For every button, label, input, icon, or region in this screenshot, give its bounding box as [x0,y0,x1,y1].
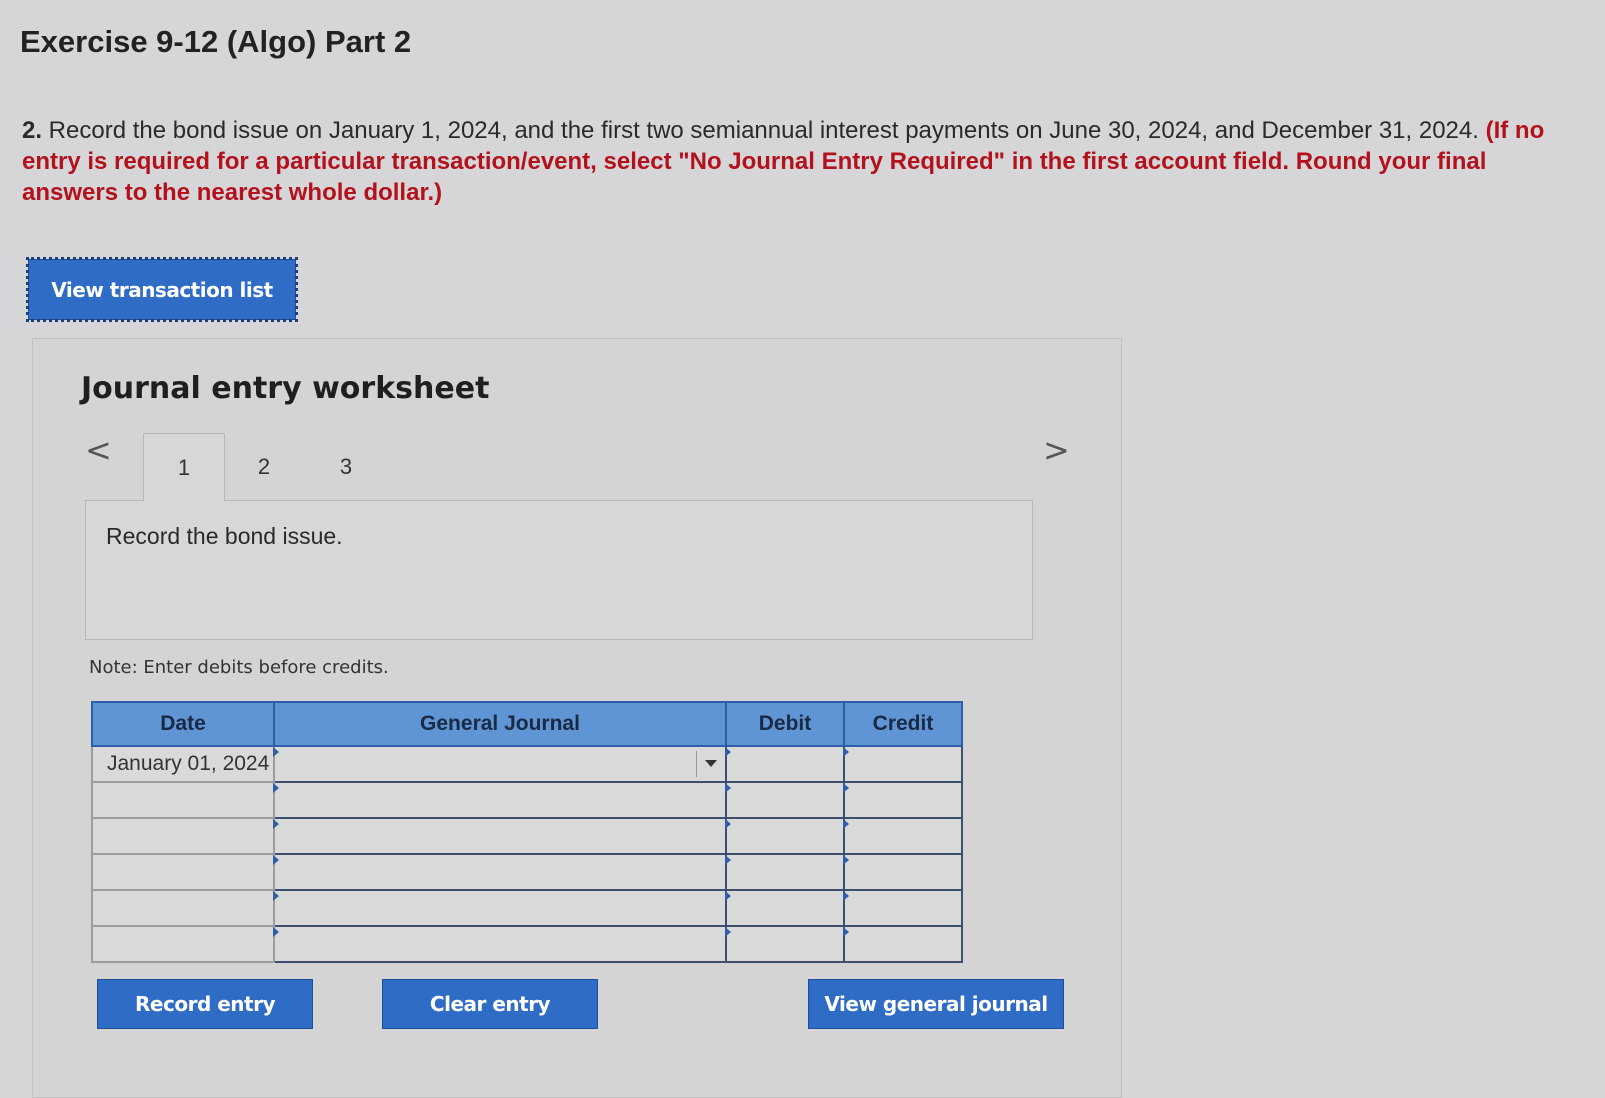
debit-input[interactable] [725,745,845,783]
debit-input[interactable] [725,925,845,963]
instructions: 2. Record the bond issue on January 1, 2… [22,115,1562,208]
date-cell [91,817,275,855]
view-general-journal-button[interactable]: View general journal [808,979,1064,1029]
debit-input[interactable] [725,853,845,891]
transaction-description: Record the bond issue. [106,523,343,549]
debit-input[interactable] [725,889,845,927]
entry-note: Note: Enter debits before credits. [89,657,389,678]
credit-input[interactable] [843,853,963,891]
date-cell [91,925,275,963]
debit-input[interactable] [725,817,845,855]
clear-entry-button[interactable]: Clear entry [382,979,598,1029]
instruction-number: 2. [22,117,43,144]
credit-header: Credit [843,701,963,747]
chevron-right-icon[interactable]: > [1043,431,1070,469]
view-transaction-list-button[interactable]: View transaction list [26,257,298,322]
worksheet-title: Journal entry worksheet [81,371,490,406]
tab-3[interactable]: 3 [305,433,387,501]
credit-input[interactable] [843,745,963,783]
instruction-text: Record the bond issue on January 1, 2024… [42,117,1486,144]
account-select[interactable] [273,925,727,963]
date-header: Date [91,701,275,747]
chevron-left-icon[interactable]: < [85,431,112,469]
transaction-description-box: Record the bond issue. [85,500,1033,640]
account-select[interactable] [273,817,727,855]
date-cell [91,889,275,927]
credit-input[interactable] [843,817,963,855]
table-row [91,781,963,819]
date-cell: January 01, 2024 [91,745,275,783]
credit-input[interactable] [843,925,963,963]
date-cell [91,781,275,819]
table-row: January 01, 2024 [91,745,963,783]
table-row [91,853,963,891]
dropdown-caret-icon[interactable] [705,760,717,767]
table-row [91,817,963,855]
general-journal-header: General Journal [273,701,727,747]
record-entry-button[interactable]: Record entry [97,979,313,1029]
page-title: Exercise 9-12 (Algo) Part 2 [20,24,412,59]
debit-header: Debit [725,701,845,747]
account-select[interactable] [273,781,727,819]
account-select[interactable] [273,889,727,927]
credit-input[interactable] [843,781,963,819]
journal-table: Date General Journal Debit Credit Januar… [91,701,963,963]
credit-input[interactable] [843,889,963,927]
tab-1[interactable]: 1 [143,433,225,501]
debit-input[interactable] [725,781,845,819]
journal-header-row: Date General Journal Debit Credit [91,701,963,747]
account-select[interactable] [273,745,727,783]
tab-2[interactable]: 2 [223,433,305,501]
table-row [91,889,963,927]
date-cell [91,853,275,891]
account-select[interactable] [273,853,727,891]
table-row [91,925,963,963]
